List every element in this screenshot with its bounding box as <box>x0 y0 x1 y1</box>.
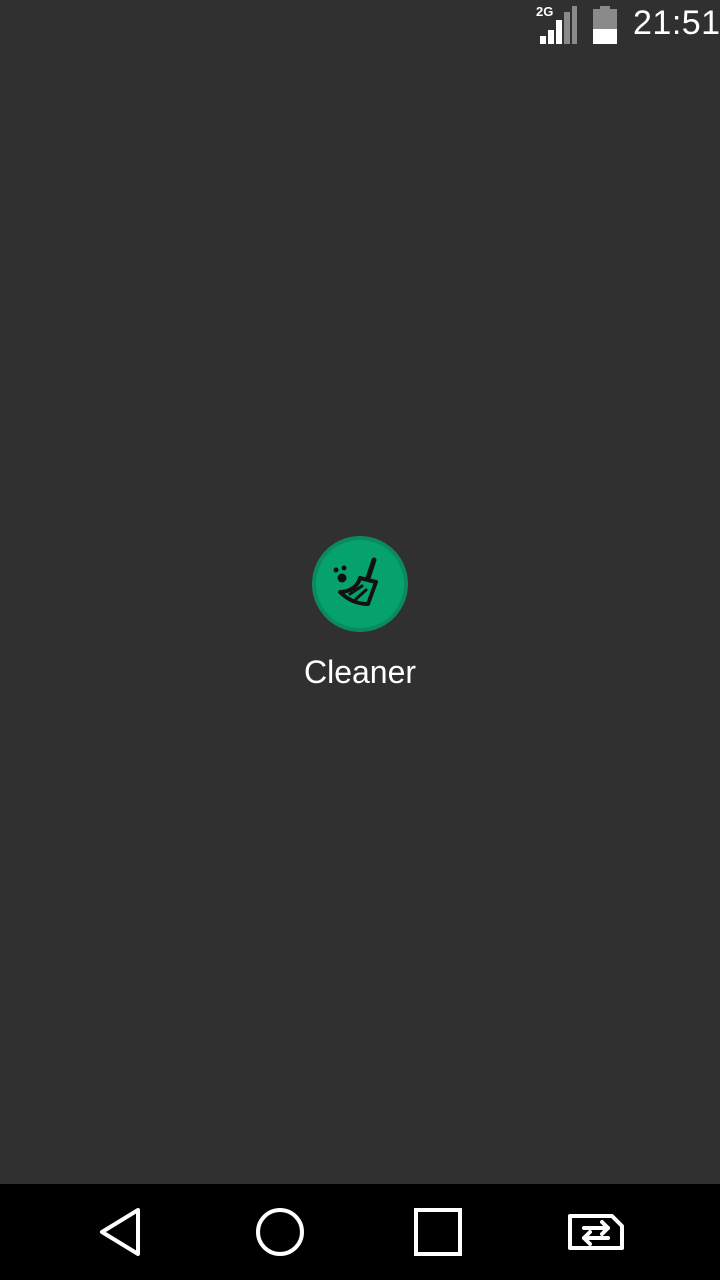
navigation-bar <box>0 1184 720 1280</box>
battery-icon <box>593 6 617 44</box>
cellular-signal-icon <box>540 6 577 44</box>
home-screen: 2G 21:51 Cleaner <box>0 0 720 1280</box>
broom-glyph <box>333 557 378 606</box>
cleaner-app-launcher[interactable]: Cleaner <box>260 534 460 704</box>
recents-button[interactable] <box>408 1202 468 1262</box>
sim-switch-icon <box>568 1214 624 1250</box>
app-label: Cleaner <box>303 654 417 690</box>
status-clock: 21:51 <box>633 4 720 42</box>
status-bar: 2G 21:51 <box>0 0 720 50</box>
sim-switch-button[interactable] <box>566 1202 626 1262</box>
home-button[interactable] <box>250 1202 310 1262</box>
recents-square-icon <box>414 1208 462 1256</box>
back-triangle-icon <box>100 1208 140 1256</box>
home-circle-icon <box>256 1208 304 1256</box>
broom-icon[interactable] <box>312 536 408 632</box>
back-button[interactable] <box>92 1202 152 1262</box>
